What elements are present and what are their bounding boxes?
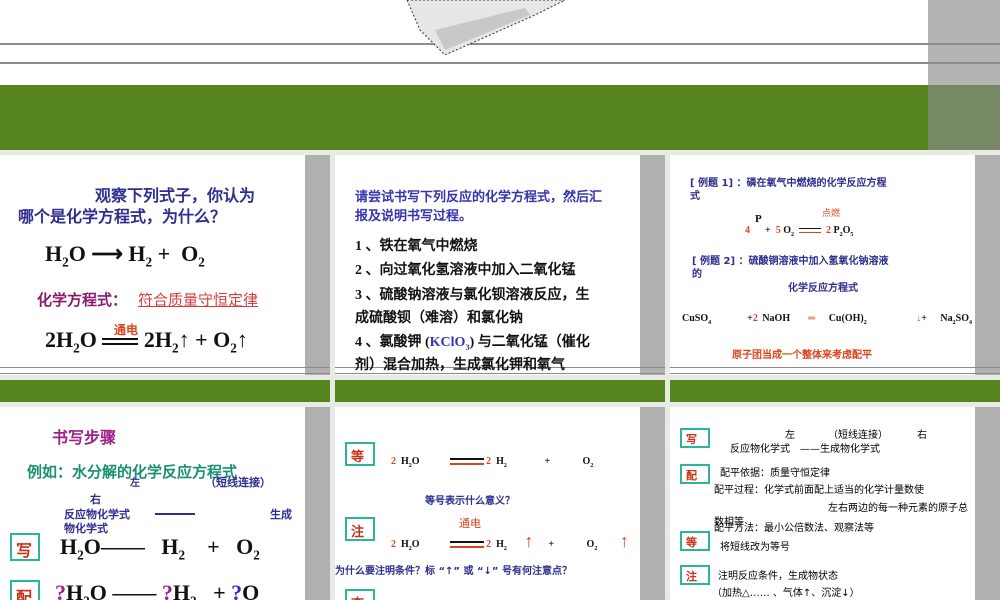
side-strip — [975, 155, 1000, 375]
step-write-badge: 写 — [680, 428, 710, 448]
note-rule: 注明反应条件，生成物状态 — [718, 571, 838, 582]
example-2-subtitle: 化学反应方程式 — [788, 283, 858, 294]
task-item-3-cont: 成硫酸钡（难溶）和氯化钠 — [355, 311, 523, 326]
divider — [0, 367, 330, 368]
green-banner — [0, 380, 330, 402]
step-equal-badge: 等 — [680, 531, 710, 551]
left-label: 左 — [130, 478, 140, 489]
task-item-1: 1 、铁在氧气中燃烧 — [355, 239, 478, 254]
equation-cuso4: CuSO4 +2 NaOH ═ Cu(OH)2 ↓+ Na2SO4 — [682, 313, 972, 326]
side-strip — [640, 155, 665, 375]
side-strip — [305, 407, 330, 600]
short-line — [155, 513, 195, 515]
step-note-badge: 注 — [345, 517, 375, 541]
equation-equal: 2 H2O 2 H2 + O2 — [391, 456, 594, 469]
green-banner — [335, 380, 665, 402]
side-strip — [305, 155, 330, 375]
equation-write: H2O—— H2 + O2 — [60, 534, 260, 563]
side-strip — [975, 407, 1000, 600]
balancing-note: 原子团当成一个整体来考虑配平 — [732, 350, 872, 361]
question-equal-sign: 等号表示什么意义？ — [425, 496, 515, 507]
step-balance-badge: 配 — [680, 464, 710, 484]
green-banner — [670, 380, 1000, 402]
divider — [670, 373, 1000, 374]
right-label: 右 — [917, 430, 927, 441]
equation-note: 2 H2O 2 H2 ↑ + O2 ↑ — [391, 531, 629, 552]
slide-thumbnail-3[interactable]: [ 例题 1] ：磷在氧气中燃烧的化学反应方程 式 P 点燃 4 + 5 O2 … — [670, 155, 1000, 375]
book-clipart-icon — [406, 0, 566, 55]
task-title-2: 报及说明书写过程。 — [355, 209, 473, 224]
slide-thumbnail-6[interactable]: 写 左 （短线连接） 右 反应物化学式 ——生成物化学式 配 配平依据：质量守恒… — [670, 407, 1000, 600]
slide-thumbnail-4[interactable]: 书写步骤 例如：水分解的化学反应方程式 左 （短线连接） 右 反应物化学式 生成… — [0, 407, 330, 600]
step-write-badge: 写 — [10, 533, 40, 561]
left-label: 左 — [785, 430, 795, 441]
condition-label: 通电 — [459, 517, 481, 530]
right-label: 右 — [90, 493, 101, 506]
task-item-2: 2 、向过氧化氢溶液中加入二氧化锰 — [355, 263, 576, 278]
step-balance-badge: 配 — [10, 580, 40, 600]
equal-rule: 将短线改为等号 — [720, 542, 790, 553]
example-2-title: [ 例题 2] ：硫酸铜溶液中加入氢氧化钠溶液 — [692, 256, 889, 267]
green-banner — [0, 85, 1000, 150]
slide-title: 书写步骤 — [52, 428, 117, 447]
definition-label: 化学方程式： — [37, 291, 128, 309]
task-item-3: 3 、硫酸钠溶液与氯化钡溶液反应，生 — [355, 288, 590, 303]
condition-label: 点燃 — [822, 209, 841, 219]
divider — [0, 373, 330, 374]
equation-balance: ?H2O —— ?H2 + ?O — [55, 580, 260, 600]
question-conditions: 为什么要注明条件？标 “↑” 或 “↓” 号有何注意点？ — [335, 566, 572, 577]
step-note-badge: 注 — [680, 565, 710, 585]
slide-thumbnail-2[interactable]: 请尝试书写下列反应的化学方程式，然后汇 报及说明书写过程。 1 、铁在氧气中燃烧… — [335, 155, 665, 375]
task-item-4-cont: 剂）混合加热，生成氯化钾和氧气 — [355, 358, 565, 373]
side-strip — [640, 407, 665, 600]
example-2-title-cont: 的 — [692, 269, 702, 280]
definition-text: 符合质量守恒定律 — [138, 291, 259, 309]
slide-thumbnail-1[interactable]: 观察下列式子，你认为 哪个是化学方程式，为什么？ H2O ⟶ H2 + O2 化… — [0, 155, 330, 375]
side-strip — [928, 0, 1000, 150]
balance-basis: 配平依据：质量守恒定律 — [720, 468, 830, 479]
note-rule-detail: （加热△…… 、气体↑、沉淀↓） — [712, 588, 860, 599]
step-check-badge: 查 — [345, 589, 375, 600]
short-line-label: （短线连接） — [205, 476, 271, 489]
equation-p: 4 + 5 O2 2 P2O5 — [745, 225, 854, 238]
write-rule: 反应物化学式 ——生成物化学式 — [730, 444, 880, 455]
equation-balanced: 2H2O 2H2↑ + O2↑ — [45, 327, 248, 356]
divider — [0, 62, 1000, 64]
example-1-title-cont: 式 — [690, 191, 700, 202]
balance-method: 配平方法：最小公倍数法、观察法等 — [714, 523, 874, 534]
slide-thumbnail-5[interactable]: 等 2 H2O 2 H2 + O2 等号表示什么意义？ 注 通电 2 H2O 2… — [335, 407, 665, 600]
balance-process: 配平过程：化学式前面配上适当的化学计量数使 — [714, 485, 924, 496]
equation-unbalanced: H2O ⟶ H2 + O2 — [45, 241, 205, 270]
product-label: 生成 — [270, 508, 292, 521]
question-line-2: 哪个是化学方程式，为什么？ — [18, 207, 227, 226]
divider — [670, 367, 1000, 368]
balance-process-cont: 左右两边的每一种元素的原子总 — [828, 503, 968, 514]
reactant-p: P — [755, 213, 762, 225]
step-equal-badge: 等 — [345, 442, 375, 466]
task-title-1: 请尝试书写下列反应的化学方程式，然后汇 — [355, 190, 603, 205]
example-1-title: [ 例题 1] ：磷在氧气中燃烧的化学反应方程 — [690, 178, 887, 189]
short-line-label: （短线连接） — [828, 430, 888, 441]
task-item-4: 4 、氯酸钾 (KClO3) 与二氧化锰（催化 — [355, 335, 590, 352]
